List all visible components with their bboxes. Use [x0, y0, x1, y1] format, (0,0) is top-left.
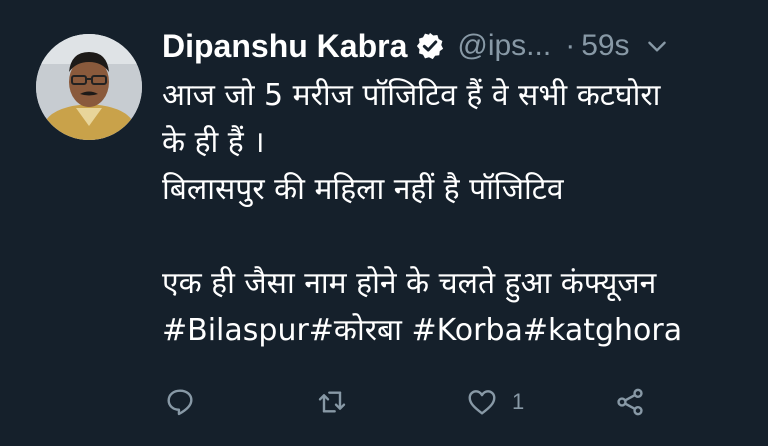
retweet-icon [318, 391, 346, 413]
author-name[interactable]: Dipanshu Kabra [162, 28, 407, 65]
tweet-line: के ही हैं । [162, 125, 265, 160]
tweet-header: Dipanshu Kabra @ips... · 59s [162, 24, 752, 68]
reply-button[interactable] [164, 380, 196, 424]
like-count: 1 [512, 389, 525, 414]
tweet-line: एक ही जैसा नाम होने के चलते हुआ कंफ्यूजन [162, 266, 657, 301]
tweet-text: आज जो 5 मरीज पॉजिटिव हैं वे सभी कटघोरा क… [162, 72, 762, 354]
retweet-button[interactable] [316, 380, 348, 424]
chevron-down-icon[interactable] [644, 33, 670, 59]
avatar[interactable] [36, 34, 142, 140]
separator-dot: · [565, 29, 576, 62]
like-button[interactable]: 1 [466, 380, 524, 424]
share-icon [617, 388, 643, 416]
tweet-line: बिलासपुर की महिला नहीं है पॉजिटिव [162, 172, 564, 207]
tweet-line: आज जो 5 मरीज पॉजिटिव हैं वे सभी कटघोरा [162, 78, 661, 113]
like-icon [468, 390, 496, 415]
tweet: Dipanshu Kabra @ips... · 59s आज जो 5 मरी… [0, 0, 768, 446]
author-handle[interactable]: @ips... [457, 29, 551, 63]
tweet-time[interactable]: 59s [581, 29, 629, 63]
reply-icon [167, 389, 193, 416]
share-button[interactable] [614, 380, 646, 424]
tweet-actions: 1 [0, 380, 768, 424]
avatar-photo [36, 34, 142, 140]
tweet-hashtags[interactable]: #Bilaspur#कोरबा #Korba#katghora [162, 307, 762, 354]
verified-badge-icon [417, 32, 444, 60]
